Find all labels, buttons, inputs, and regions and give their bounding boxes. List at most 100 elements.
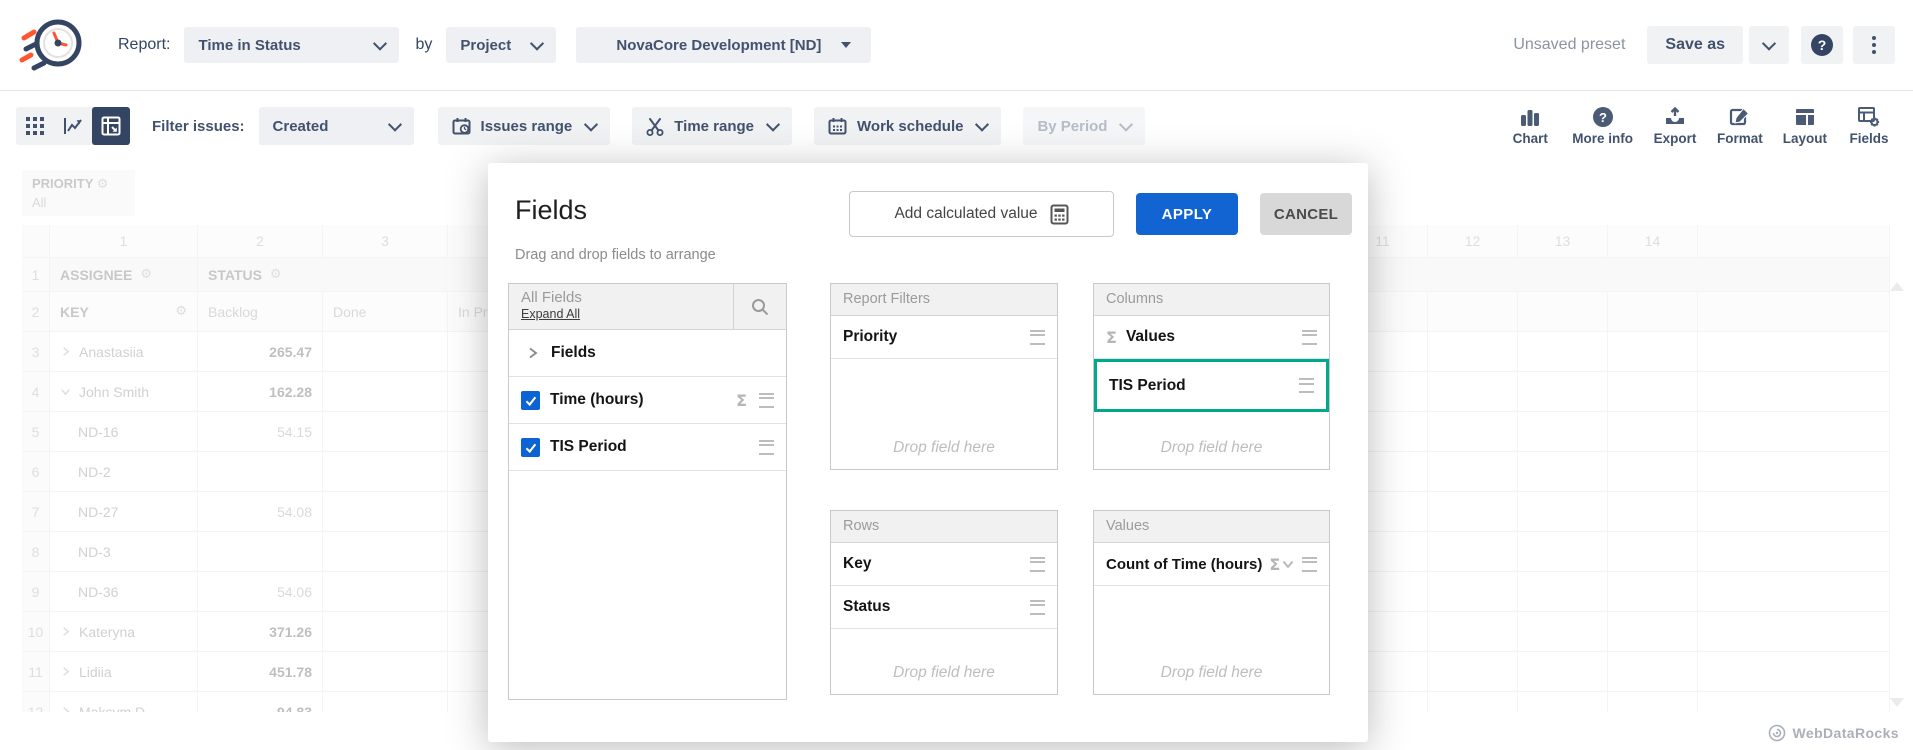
status-column-label[interactable]: Backlog — [198, 292, 323, 332]
chevron-down-icon — [975, 118, 989, 132]
column-number-header[interactable]: 14 — [1608, 225, 1698, 258]
column-filler — [1698, 372, 1890, 412]
report-type-select[interactable]: Time in Status — [184, 27, 399, 63]
backlog-value-cell — [198, 452, 323, 492]
row-field-key[interactable]: Key — [831, 543, 1057, 586]
fields-tree-item[interactable]: Fields — [509, 330, 786, 377]
save-as-dropdown-button[interactable] — [1749, 26, 1789, 64]
drag-handle-icon[interactable] — [1299, 378, 1314, 393]
save-as-button[interactable]: Save as — [1647, 26, 1743, 64]
add-calculated-value-button[interactable]: Add calculated value — [849, 191, 1114, 237]
modal-controls: Add calculated value APPLY CANCEL — [849, 191, 1352, 237]
column-number-header[interactable]: 3 — [323, 225, 448, 258]
group-by-select[interactable]: Project — [446, 27, 556, 63]
layout-icon — [1794, 106, 1816, 128]
group-row-label[interactable]: Maksym D — [50, 692, 198, 712]
assignee-header-cell[interactable]: ASSIGNEE⚙ — [50, 258, 198, 292]
chevron-right-icon[interactable] — [527, 346, 539, 360]
row-number: 8 — [22, 532, 50, 572]
filter-field-priority[interactable]: Priority — [831, 316, 1057, 359]
drop-zone-placeholder[interactable]: Drop field here — [831, 439, 1057, 457]
drag-handle-icon[interactable] — [759, 440, 774, 455]
layout-action-button[interactable]: Layout — [1783, 106, 1827, 146]
column-number-header[interactable]: 1 — [50, 225, 198, 258]
field-item-tis-period[interactable]: TIS Period — [509, 424, 786, 471]
scrollbar-down-arrow[interactable] — [1890, 698, 1904, 707]
all-fields-title: All Fields — [521, 289, 733, 306]
issue-key-label[interactable]: ND-36 — [50, 572, 198, 612]
empty-cell — [1518, 332, 1608, 372]
pivot-view-button-active[interactable] — [92, 107, 130, 145]
empty-cell — [1518, 572, 1608, 612]
gear-icon[interactable]: ⚙ — [97, 177, 109, 192]
help-button[interactable]: ? — [1801, 26, 1843, 64]
drag-handle-icon[interactable] — [1302, 330, 1317, 345]
scrollbar-up-arrow[interactable] — [1890, 282, 1904, 291]
group-by-value: Project — [460, 37, 511, 54]
chevron-right-icon[interactable] — [60, 706, 71, 712]
chevron-down-icon[interactable] — [60, 386, 71, 397]
group-row-label[interactable]: John Smith — [50, 372, 198, 412]
field-search-button[interactable] — [733, 284, 786, 329]
issue-key-label[interactable]: ND-27 — [50, 492, 198, 532]
format-action-label: Format — [1717, 131, 1763, 146]
column-field-tis-period-selected[interactable]: TIS Period — [1097, 362, 1326, 409]
work-schedule-label: Work schedule — [857, 118, 963, 135]
gear-icon[interactable]: ⚙ — [270, 267, 282, 282]
group-row-label[interactable]: Anastasiia — [50, 332, 198, 372]
gear-icon[interactable]: ⚙ — [140, 267, 152, 282]
row-field-status[interactable]: Status — [831, 586, 1057, 629]
checkbox-checked[interactable] — [521, 391, 540, 410]
fields-action-button[interactable]: Fields — [1847, 106, 1891, 146]
project-select[interactable]: NovaCore Development [ND] — [576, 27, 871, 63]
chevron-right-icon[interactable] — [60, 626, 71, 637]
expand-all-link[interactable]: Expand All — [521, 307, 580, 321]
issue-key-label[interactable]: ND-16 — [50, 412, 198, 452]
chevron-right-icon[interactable] — [60, 346, 71, 357]
row-label-text: ND-3 — [60, 544, 111, 560]
chart-action-button[interactable]: Chart — [1508, 106, 1552, 146]
chevron-right-icon[interactable] — [60, 666, 71, 677]
more-info-action-label: More info — [1572, 131, 1633, 146]
time-range-select[interactable]: Time range — [632, 107, 792, 145]
webdatarocks-watermark[interactable]: WebDataRocks — [1768, 724, 1899, 742]
grid-view-button[interactable] — [16, 107, 54, 145]
group-row-label[interactable]: Lidiia — [50, 652, 198, 692]
value-field-count-time-hours[interactable]: Count of Time (hours) Σ — [1094, 543, 1329, 586]
drop-zone-placeholder[interactable]: Drop field here — [831, 664, 1057, 682]
status-column-label[interactable]: Done — [323, 292, 448, 332]
work-schedule-select[interactable]: Work schedule — [814, 107, 1001, 145]
drag-handle-icon[interactable] — [1030, 330, 1045, 345]
drag-handle-icon[interactable] — [1030, 557, 1045, 572]
aggregation-selector[interactable]: Σ — [1269, 555, 1294, 574]
issues-range-select[interactable]: Issues range — [438, 107, 611, 145]
drag-handle-icon[interactable] — [759, 393, 774, 408]
group-row-label[interactable]: Kateryna — [50, 612, 198, 652]
issue-key-label[interactable]: ND-3 — [50, 532, 198, 572]
column-number-header[interactable]: 12 — [1428, 225, 1518, 258]
priority-filter-tile[interactable]: PRIORITY ⚙ All — [22, 170, 135, 216]
issue-key-label[interactable]: ND-2 — [50, 452, 198, 492]
more-options-button[interactable] — [1853, 26, 1895, 64]
line-chart-icon — [63, 117, 83, 135]
drag-handle-icon[interactable] — [1302, 557, 1317, 572]
sigma-icon[interactable]: Σ — [736, 391, 747, 410]
chart-view-button[interactable] — [54, 107, 92, 145]
key-header-cell[interactable]: KEY⚙ — [50, 292, 198, 332]
cancel-button[interactable]: CANCEL — [1260, 193, 1352, 235]
field-item-time-hours[interactable]: Time (hours) Σ — [509, 377, 786, 424]
format-action-button[interactable]: Format — [1717, 106, 1763, 146]
column-number-header[interactable]: 13 — [1518, 225, 1608, 258]
empty-cell — [1428, 452, 1518, 492]
export-action-button[interactable]: Export — [1653, 106, 1697, 146]
more-info-action-button[interactable]: ? More info — [1572, 106, 1633, 146]
filter-created-select[interactable]: Created — [259, 107, 414, 145]
drag-handle-icon[interactable] — [1030, 600, 1045, 615]
drop-zone-placeholder[interactable]: Drop field here — [1094, 439, 1329, 457]
column-number-header[interactable]: 2 — [198, 225, 323, 258]
gear-icon[interactable]: ⚙ — [175, 304, 187, 319]
checkbox-checked[interactable] — [521, 438, 540, 457]
drop-zone-placeholder[interactable]: Drop field here — [1094, 664, 1329, 682]
column-field-values[interactable]: Σ Values — [1094, 316, 1329, 359]
apply-button[interactable]: APPLY — [1136, 193, 1238, 235]
